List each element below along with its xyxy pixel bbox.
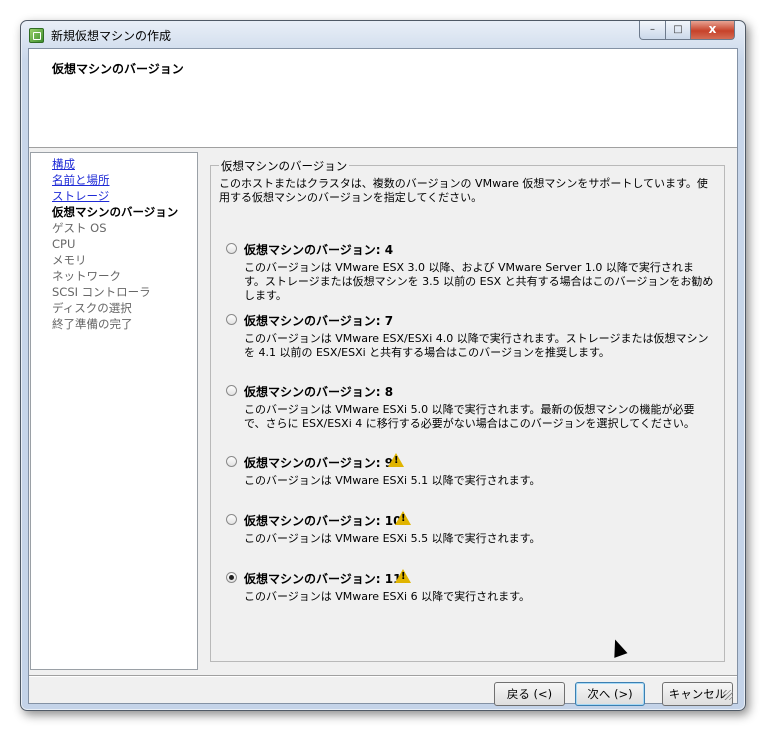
page-title: 仮想マシンのバージョン [52, 62, 184, 76]
version-7-description: このバージョンは VMware ESX/ESXi 4.0 以降で実行されます。ス… [244, 332, 709, 359]
step-scsi-controller: SCSI コントローラ [52, 285, 151, 299]
maximize-button[interactable]: □ [665, 21, 691, 40]
resize-grip-icon[interactable] [723, 690, 733, 700]
wizard-step-list: 構成 名前と場所 ストレージ 仮想マシンのバージョン ゲスト OS CPU メモ… [30, 152, 198, 670]
version-11-description: このバージョンは VMware ESXi 6 以降で実行されます。 [244, 590, 530, 603]
dialog-window: 新規仮想マシンの作成 – □ x 仮想マシンのバージョン 構成 名前と場所 スト… [20, 20, 746, 711]
warning-icon: ! [395, 511, 411, 525]
next-button[interactable]: 次へ (>) [575, 682, 645, 706]
dialog-body: 仮想マシンのバージョン 構成 名前と場所 ストレージ 仮想マシンのバージョン ゲ… [28, 48, 738, 706]
step-guest-os: ゲスト OS [52, 221, 107, 235]
version-8-label[interactable]: 仮想マシンのバージョン: 8 [244, 383, 393, 400]
version-8-radio[interactable] [226, 385, 237, 396]
window-title: 新規仮想マシンの作成 [51, 29, 172, 43]
warning-icon: ! [388, 453, 404, 467]
warning-icon: ! [395, 569, 411, 583]
version-4-description: このバージョンは VMware ESX 3.0 以降、および VMware Se… [244, 261, 714, 302]
version-7-label[interactable]: 仮想マシンのバージョン: 7 [244, 312, 393, 329]
intro-text: このホストまたはクラスタは、複数のバージョンの VMware 仮想マシンをサポー… [219, 177, 708, 204]
version-7-radio[interactable] [226, 314, 237, 325]
step-ready-to-complete: 終了準備の完了 [52, 317, 133, 331]
version-4-label[interactable]: 仮想マシンのバージョン: 4 [244, 241, 393, 258]
version-9-label[interactable]: 仮想マシンのバージョン: 9 [244, 454, 393, 471]
step-storage[interactable]: ストレージ [52, 189, 109, 203]
step-cpu: CPU [52, 237, 76, 251]
version-4-radio[interactable] [226, 243, 237, 254]
vsphere-app-icon [29, 28, 44, 43]
version-10-label[interactable]: 仮想マシンのバージョン: 10 [244, 512, 401, 529]
step-network: ネットワーク [52, 269, 121, 283]
step-vm-version: 仮想マシンのバージョン [52, 205, 179, 219]
version-9-description: このバージョンは VMware ESXi 5.1 以降で実行されます。 [244, 474, 541, 487]
step-select-disk: ディスクの選択 [52, 301, 132, 315]
version-11-label[interactable]: 仮想マシンのバージョン: 11 [244, 570, 401, 587]
title-bar[interactable]: 新規仮想マシンの作成 – □ x [21, 21, 745, 49]
vm-version-groupbox: 仮想マシンのバージョン このホストまたはクラスタは、複数のバージョンの VMwa… [210, 158, 725, 662]
close-button[interactable]: x [690, 21, 735, 40]
version-11-radio[interactable] [226, 572, 237, 583]
version-10-description: このバージョンは VMware ESXi 5.5 以降で実行されます。 [244, 532, 541, 545]
step-memory: メモリ [52, 253, 87, 267]
step-config[interactable]: 構成 [52, 157, 75, 171]
version-9-radio[interactable] [226, 456, 237, 467]
groupbox-label: 仮想マシンのバージョン [219, 158, 350, 174]
version-10-radio[interactable] [226, 514, 237, 525]
minimize-button[interactable]: – [639, 21, 666, 40]
version-8-description: このバージョンは VMware ESXi 5.0 以降で実行されます。最新の仮想… [244, 403, 695, 430]
footer-divider [29, 675, 737, 677]
step-name-location[interactable]: 名前と場所 [52, 173, 110, 187]
back-button[interactable]: 戻る (<) [494, 682, 565, 706]
wizard-header: 仮想マシンのバージョン [29, 49, 737, 148]
